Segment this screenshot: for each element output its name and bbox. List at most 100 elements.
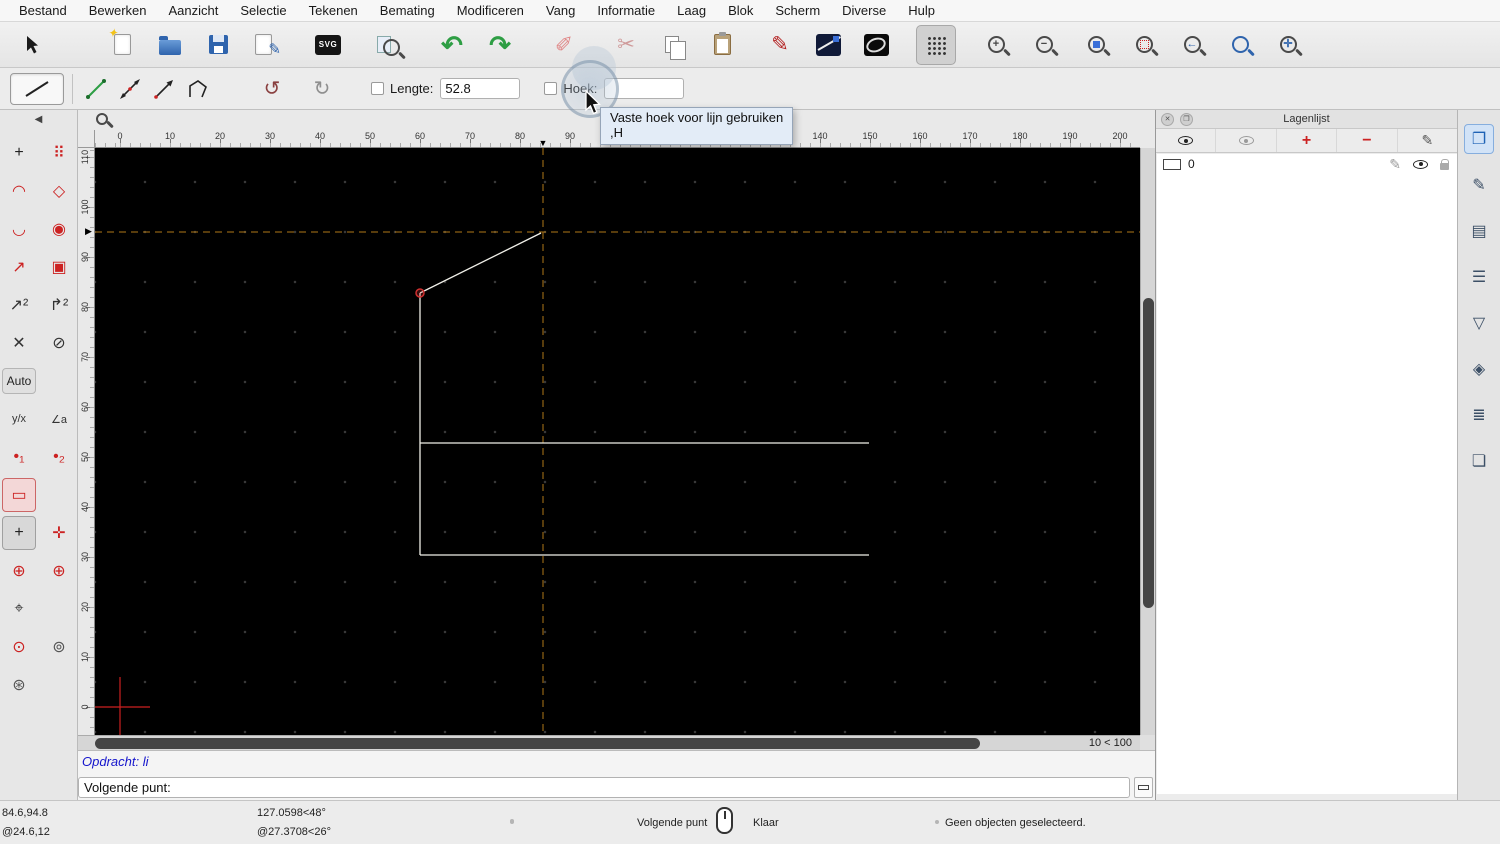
select-tool-button[interactable] bbox=[12, 25, 52, 65]
line-bidirectional-button[interactable] bbox=[115, 74, 145, 104]
float-panel-button[interactable]: ❐ bbox=[1180, 113, 1193, 126]
polyline-button[interactable] bbox=[183, 74, 213, 104]
snap-settings-1-icon[interactable]: •₁ bbox=[2, 440, 36, 474]
redo-button[interactable]: ↷ bbox=[480, 25, 520, 65]
zoom-previous-button[interactable]: ← bbox=[1172, 25, 1212, 65]
dock-filter-icon[interactable]: ▽ bbox=[1464, 308, 1494, 338]
relative-zero-set-icon[interactable]: ⊕ bbox=[42, 554, 76, 588]
snap-tangent-icon[interactable]: ↗ bbox=[2, 250, 36, 284]
snap-settings-2-icon[interactable]: •₂ bbox=[42, 440, 76, 474]
snap-grid-icon[interactable]: ⠿ bbox=[42, 136, 76, 170]
crosshair-plus-icon[interactable]: + bbox=[2, 516, 36, 550]
snap-entity-icon[interactable]: ◡ bbox=[2, 212, 36, 246]
line-settings-button[interactable] bbox=[808, 25, 848, 65]
layer-row[interactable]: 0 ✎ bbox=[1157, 154, 1457, 174]
segment-redo-button[interactable]: ↻ bbox=[307, 74, 337, 104]
menu-item-informatie[interactable]: Informatie bbox=[586, 0, 666, 22]
length-lock-checkbox[interactable] bbox=[371, 82, 384, 95]
zoom-pan-button[interactable]: ✛ bbox=[1268, 25, 1308, 65]
angle-input[interactable] bbox=[604, 78, 685, 99]
dock-page-icon[interactable]: ▤ bbox=[1464, 216, 1494, 246]
snap-distance-icon[interactable]: ↗² bbox=[2, 288, 36, 322]
snap-middle-icon[interactable]: ▣ bbox=[42, 250, 76, 284]
paste-button[interactable] bbox=[702, 25, 742, 65]
snap-endpoint-icon[interactable]: ◠ bbox=[2, 174, 36, 208]
snap-intersection-icon[interactable]: ✕ bbox=[2, 326, 36, 360]
menu-item-selectie[interactable]: Selectie bbox=[229, 0, 297, 22]
layer-edit-icon[interactable]: ✎ bbox=[1389, 156, 1401, 173]
menu-item-scherm[interactable]: Scherm bbox=[764, 0, 831, 22]
menu-item-tekenen[interactable]: Tekenen bbox=[298, 0, 369, 22]
snap-center-icon[interactable]: ◉ bbox=[42, 212, 76, 246]
menu-item-modificeren[interactable]: Modificeren bbox=[446, 0, 535, 22]
menu-item-blok[interactable]: Blok bbox=[717, 0, 764, 22]
drawing-svg[interactable] bbox=[95, 148, 1140, 735]
delete-button[interactable]: ✐ bbox=[544, 25, 584, 65]
hide-all-layers-button[interactable] bbox=[1216, 129, 1277, 152]
undo-button[interactable]: ↶ bbox=[432, 25, 472, 65]
dock-clipboard-icon[interactable]: ❏ bbox=[1464, 446, 1494, 476]
line-angle-button[interactable] bbox=[149, 74, 179, 104]
snap-auto-button[interactable]: Auto bbox=[2, 368, 36, 394]
menu-item-bestand[interactable]: Bestand bbox=[8, 0, 78, 22]
drawing-canvas[interactable] bbox=[95, 148, 1140, 735]
protractor-icon[interactable]: ⌖ bbox=[2, 592, 36, 626]
snap-lock-icon[interactable]: ⊙ bbox=[2, 630, 36, 664]
show-all-layers-button[interactable] bbox=[1156, 129, 1217, 152]
menu-item-aanzicht[interactable]: Aanzicht bbox=[158, 0, 230, 22]
snap-intersection-manual-icon[interactable]: ⊘ bbox=[42, 326, 76, 360]
open-file-button[interactable] bbox=[150, 25, 190, 65]
print-preview-button[interactable] bbox=[368, 25, 408, 65]
menu-item-laag[interactable]: Laag bbox=[666, 0, 717, 22]
snap-divide-icon[interactable]: ↱² bbox=[42, 288, 76, 322]
snap-point-icon[interactable]: ◇ bbox=[42, 174, 76, 208]
lock-zero-icon[interactable]: ⊛ bbox=[2, 668, 36, 702]
ruler-zoom-icon[interactable] bbox=[96, 113, 108, 125]
restrict-orthogonal-icon[interactable]: y/x bbox=[2, 402, 36, 436]
command-input[interactable]: Volgende punt: bbox=[78, 777, 1130, 798]
layer-lock-icon[interactable] bbox=[1440, 158, 1449, 170]
lock-relative-zero-icon[interactable]: ⊚ bbox=[42, 630, 76, 664]
svg-export-button[interactable]: SVG bbox=[308, 25, 348, 65]
dock-library-icon[interactable]: ✎ bbox=[1464, 170, 1494, 200]
zoom-window-button[interactable] bbox=[1220, 25, 1260, 65]
dock-tag-icon[interactable]: ◈ bbox=[1464, 354, 1494, 384]
v-scroll-thumb[interactable] bbox=[1143, 298, 1154, 608]
crosshair-icon[interactable]: ✛ bbox=[42, 516, 76, 550]
layer-visible-icon[interactable] bbox=[1413, 159, 1428, 169]
relative-zero-icon[interactable]: ⊕ bbox=[2, 554, 36, 588]
add-layer-button[interactable]: + bbox=[1277, 129, 1338, 152]
menu-item-hulp[interactable]: Hulp bbox=[897, 0, 946, 22]
close-panel-button[interactable]: ✕ bbox=[1161, 113, 1174, 126]
segment-undo-button[interactable]: ↺ bbox=[257, 74, 287, 104]
pen-edit-button[interactable]: ✎ bbox=[760, 25, 800, 65]
copy-button[interactable] bbox=[654, 25, 694, 65]
dock-commands-icon[interactable]: ≣ bbox=[1464, 400, 1494, 430]
zoom-auto-button[interactable] bbox=[1076, 25, 1116, 65]
save-button[interactable] bbox=[198, 25, 238, 65]
zoom-out-button[interactable]: − bbox=[1024, 25, 1064, 65]
menu-item-bemating[interactable]: Bemating bbox=[369, 0, 446, 22]
edit-drawing-button[interactable]: ✎ bbox=[246, 25, 286, 65]
h-scroll-thumb[interactable] bbox=[95, 738, 980, 749]
restrict-angle-icon[interactable]: ∠a bbox=[42, 402, 76, 436]
zoom-in-button[interactable]: + bbox=[976, 25, 1016, 65]
remove-layer-button[interactable]: − bbox=[1337, 129, 1398, 152]
zoom-selection-button[interactable] bbox=[1124, 25, 1164, 65]
dock-list-icon[interactable]: ☰ bbox=[1464, 262, 1494, 292]
menu-item-diverse[interactable]: Diverse bbox=[831, 0, 897, 22]
menu-item-bewerken[interactable]: Bewerken bbox=[78, 0, 158, 22]
v-scrollbar[interactable] bbox=[1140, 148, 1155, 735]
cut-button[interactable]: ✂ bbox=[606, 25, 646, 65]
ellipse-settings-button[interactable] bbox=[856, 25, 896, 65]
selection-box-icon[interactable]: ▭ bbox=[2, 478, 36, 512]
new-document-button[interactable]: ✦ bbox=[102, 25, 142, 65]
h-scrollbar[interactable]: 10 < 100 bbox=[78, 735, 1140, 750]
current-tool-button[interactable] bbox=[10, 72, 64, 105]
dock-properties-icon[interactable]: ❐ bbox=[1464, 124, 1494, 154]
edit-layer-button[interactable]: ✎ bbox=[1398, 129, 1457, 152]
length-input[interactable] bbox=[440, 78, 521, 99]
angle-lock-checkbox[interactable] bbox=[544, 82, 558, 95]
line-2p-button[interactable] bbox=[81, 74, 111, 104]
menu-item-vang[interactable]: Vang bbox=[535, 0, 586, 22]
